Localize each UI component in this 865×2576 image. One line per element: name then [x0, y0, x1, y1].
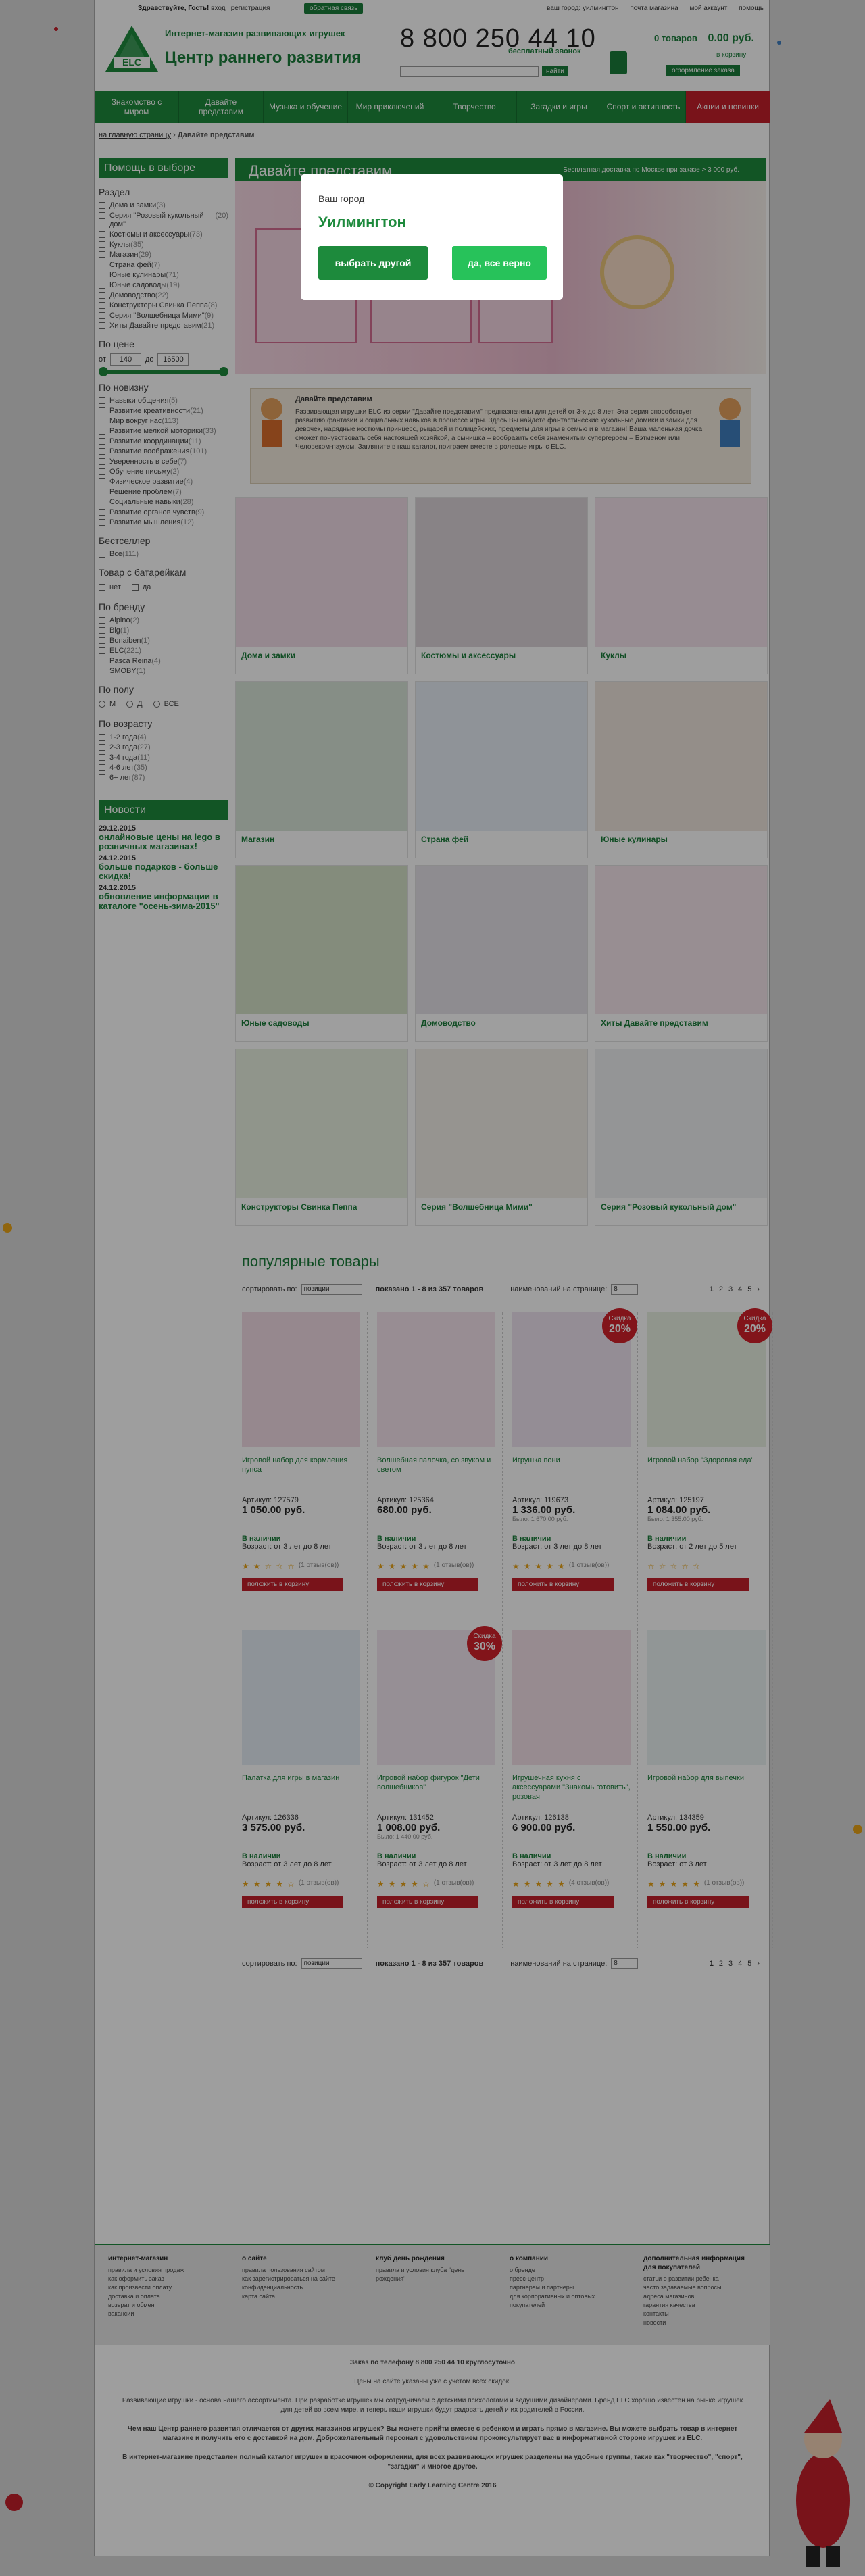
confirm-city-button[interactable]: да, все верно	[452, 246, 547, 280]
choose-other-city-button[interactable]: выбрать другой	[318, 246, 428, 280]
city-question: Ваш город	[318, 193, 365, 204]
city-modal: Ваш город Уилмингтон выбрать другой да, …	[301, 174, 563, 300]
detected-city: Уилмингтон	[318, 214, 406, 230]
modal-overlay[interactable]	[0, 0, 865, 2576]
city-modal-body: Ваш город Уилмингтон выбрать другой да, …	[301, 174, 563, 300]
